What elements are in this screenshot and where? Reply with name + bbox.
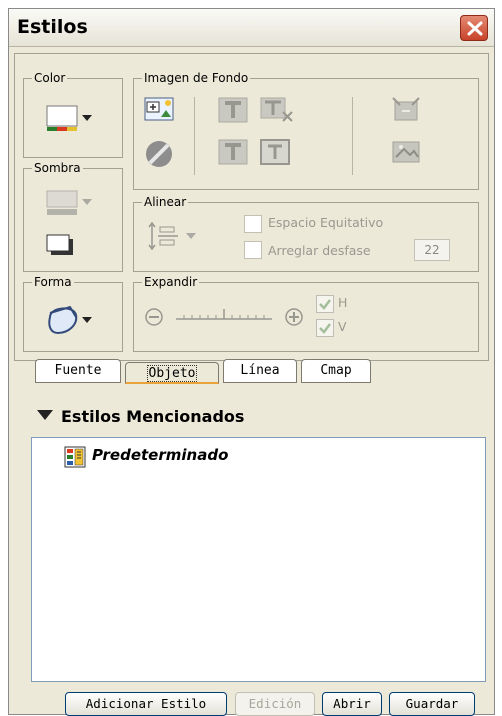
color-group-label: Color xyxy=(32,71,68,85)
slider-track-icon xyxy=(176,309,272,320)
background-image-group-label: Imagen de Fondo xyxy=(142,71,251,85)
add-style-button[interactable]: Adicionar Estilo xyxy=(65,692,227,716)
styles-window: Estilos Color Sombra Forma Imagen de Fon… xyxy=(8,8,495,716)
tab-objeto[interactable]: Objeto xyxy=(125,362,219,384)
add-image-icon xyxy=(144,97,174,121)
remove-background-image-button[interactable] xyxy=(144,139,174,172)
expand-slider[interactable] xyxy=(174,305,274,330)
shadow-box-icon xyxy=(46,234,73,255)
window-title: Estilos xyxy=(17,16,88,38)
color-group: Color xyxy=(23,71,123,158)
tile-image-icon xyxy=(392,141,420,163)
tab-cmap-label: Cmap xyxy=(320,363,352,378)
image-text-clear-button[interactable] xyxy=(260,97,294,126)
vertical-checkbox[interactable] xyxy=(316,319,334,340)
grow-button[interactable] xyxy=(284,307,304,330)
tab-linea[interactable]: Línea xyxy=(223,359,297,383)
background-image-group: Imagen de Fondo xyxy=(133,71,479,190)
expand-group: Expandir H V xyxy=(133,275,479,352)
shape-group-label: Forma xyxy=(32,275,74,289)
image-text-center-button[interactable] xyxy=(218,97,248,126)
open-button[interactable]: Abrir xyxy=(322,692,382,716)
shadow-color-picker[interactable] xyxy=(46,189,94,221)
tab-objeto-label: Objeto xyxy=(146,365,198,382)
equal-spacing-checkbox[interactable] xyxy=(244,215,262,233)
shape-icon xyxy=(48,305,92,335)
tab-fuente-label: Fuente xyxy=(54,363,102,378)
title-bar: Estilos xyxy=(9,9,494,47)
minus-circle-icon xyxy=(145,308,163,326)
close-icon xyxy=(467,21,483,36)
fill-color-icon xyxy=(46,105,92,131)
align-group-label: Alinear xyxy=(142,195,189,209)
image-text-tile-button[interactable] xyxy=(218,139,248,168)
image-text-frame-button[interactable] xyxy=(260,139,290,168)
shape-group: Forma xyxy=(23,275,123,352)
vertical-label: V xyxy=(338,319,347,334)
fill-color-picker[interactable] xyxy=(46,103,94,133)
checkmark-icon xyxy=(316,295,334,313)
align-group: Alinear Espacio Equitativo Arreglar desf… xyxy=(133,195,479,272)
style-book-icon xyxy=(64,446,86,472)
expand-group-label: Expandir xyxy=(142,275,200,289)
text-tile-icon xyxy=(218,139,248,165)
styles-list[interactable]: Predeterminado xyxy=(31,437,486,682)
list-item-label: Predeterminado xyxy=(92,446,229,464)
shape-picker[interactable] xyxy=(46,303,96,337)
no-image-icon xyxy=(146,141,172,167)
styles-section-header[interactable]: Estilos Mencionados xyxy=(37,407,244,426)
style-options-panel: Color Sombra Forma Imagen de Fondo Aline… xyxy=(14,53,489,361)
close-button[interactable] xyxy=(460,15,488,41)
text-frame-icon xyxy=(260,139,290,165)
tab-cmap[interactable]: Cmap xyxy=(301,359,371,383)
align-picker[interactable] xyxy=(146,221,206,254)
tab-linea-label: Línea xyxy=(240,363,280,378)
collapse-triangle-icon xyxy=(37,410,53,420)
checkmark-icon xyxy=(316,319,334,337)
shrink-button[interactable] xyxy=(144,307,164,330)
fix-offset-label: Arreglar desfase xyxy=(268,243,371,258)
tab-fuente[interactable]: Fuente xyxy=(35,359,121,383)
stretch-image-icon xyxy=(392,97,420,121)
align-icon xyxy=(148,221,196,251)
save-button[interactable]: Guardar xyxy=(389,692,475,716)
edit-button[interactable]: Edición xyxy=(235,692,315,716)
separator xyxy=(352,97,353,175)
list-item[interactable]: Predeterminado xyxy=(64,446,229,468)
horizontal-checkbox[interactable] xyxy=(316,295,334,316)
separator xyxy=(194,97,195,175)
fix-offset-checkbox[interactable] xyxy=(244,241,262,259)
plus-circle-icon xyxy=(285,308,303,326)
styles-section-title: Estilos Mencionados xyxy=(61,407,245,426)
equal-spacing-label: Espacio Equitativo xyxy=(268,215,384,230)
horizontal-label: H xyxy=(338,295,348,310)
image-stretch-button[interactable] xyxy=(392,97,422,126)
shadow-toggle[interactable] xyxy=(46,233,76,257)
image-tile-button[interactable] xyxy=(392,139,422,168)
text-image-icon xyxy=(218,97,248,123)
shadow-color-icon xyxy=(46,190,92,215)
shadow-group-label: Sombra xyxy=(32,161,83,175)
add-background-image-button[interactable] xyxy=(144,97,174,126)
shadow-group: Sombra xyxy=(23,161,123,272)
text-image-x-icon xyxy=(260,97,293,122)
offset-value-field[interactable]: 22 xyxy=(414,239,450,261)
